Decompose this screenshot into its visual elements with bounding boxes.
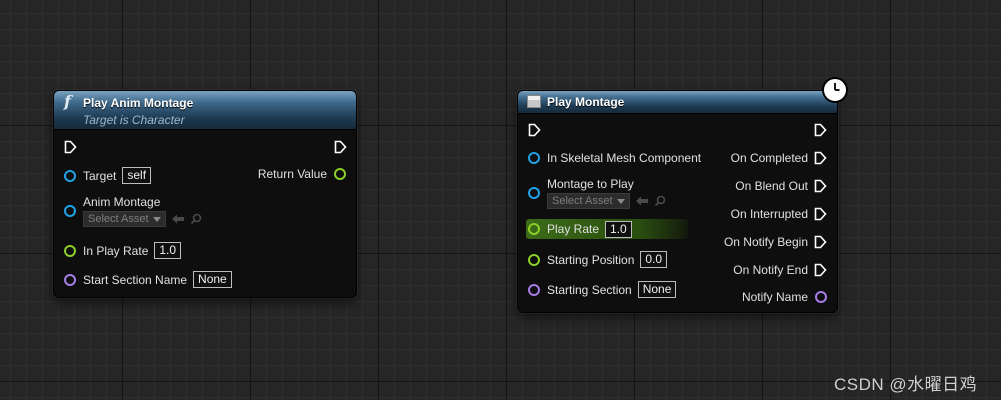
skeletal-mesh-label: In Skeletal Mesh Component — [547, 151, 702, 165]
use-selected-arrow-icon[interactable] — [171, 213, 185, 225]
play-rate-pin-row: Play Rate 1.0 — [526, 219, 688, 239]
exec-out-pin-icon[interactable] — [814, 235, 827, 249]
node-header[interactable]: Play Montage — [518, 91, 837, 114]
starting-section-label: Starting Section — [547, 282, 632, 297]
exec-out-row — [814, 123, 827, 137]
node-subtitle: Target is Character — [83, 113, 185, 127]
node-title: Play Montage — [547, 95, 625, 109]
play-rate-field[interactable]: 1.0 — [605, 220, 632, 238]
target-label: Target — [83, 168, 117, 183]
browse-search-icon[interactable] — [190, 213, 204, 225]
exec-out-pin-icon[interactable] — [814, 179, 827, 193]
return-value-label: Return Value — [257, 167, 327, 181]
exec-in-row — [64, 140, 77, 154]
exec-out-pin-icon[interactable] — [814, 123, 827, 137]
float-pin-icon[interactable] — [528, 223, 540, 235]
starting-section-pin-row: Starting Section None — [528, 281, 677, 298]
name-pin-icon[interactable] — [64, 273, 76, 286]
starting-position-field[interactable]: 0.0 — [640, 251, 668, 268]
target-value-field[interactable]: self — [122, 167, 152, 184]
use-selected-arrow-icon[interactable] — [635, 195, 649, 207]
watermark: CSDN @水曜日鸡 — [834, 375, 978, 394]
on-blend-out-label: On Blend Out — [735, 179, 808, 193]
browse-search-icon[interactable] — [654, 195, 668, 207]
in-play-rate-label: In Play Rate — [83, 243, 149, 258]
on-completed-label: On Completed — [730, 151, 808, 165]
start-section-pin-row: Start Section Name None — [64, 271, 232, 288]
notify-name-label: Notify Name — [741, 290, 808, 304]
play-anim-montage-node[interactable]: f Play Anim Montage Target is Character … — [53, 90, 357, 298]
play-rate-label: Play Rate — [547, 222, 600, 236]
notify-name-pin-row: Notify Name — [742, 290, 827, 304]
on-notify-begin-label: On Notify Begin — [723, 235, 808, 249]
exec-out-row — [334, 140, 347, 154]
select-asset-dropdown[interactable]: Select Asset — [83, 211, 166, 227]
starting-position-pin-row: Starting Position 0.0 — [528, 251, 668, 268]
montage-to-play-label: Montage to Play — [547, 177, 634, 191]
on-notify-begin-pin-row: On Notify Begin — [724, 235, 827, 249]
select-asset-text: Select Asset — [88, 213, 149, 225]
object-pin-icon[interactable] — [528, 187, 540, 199]
start-section-field[interactable]: None — [193, 271, 232, 288]
anim-montage-pin-row: Anim Montage Select Asset — [64, 195, 204, 227]
name-pin-icon[interactable] — [528, 283, 540, 296]
float-pin-icon[interactable] — [64, 244, 76, 257]
skeletal-mesh-pin-row: In Skeletal Mesh Component — [528, 151, 701, 165]
select-asset-text: Select Asset — [552, 195, 613, 207]
exec-in-pin-icon[interactable] — [64, 140, 77, 154]
anim-montage-label: Anim Montage — [83, 195, 161, 209]
exec-out-pin-icon[interactable] — [814, 151, 827, 165]
object-pin-icon[interactable] — [64, 169, 76, 182]
function-icon: f — [64, 92, 71, 111]
return-value-pin-row: Return Value — [258, 167, 346, 181]
exec-out-pin-icon[interactable] — [814, 263, 827, 277]
on-notify-end-pin-row: On Notify End — [733, 263, 827, 277]
exec-in-pin-icon[interactable] — [528, 123, 541, 137]
macro-icon — [527, 95, 541, 108]
starting-section-field[interactable]: None — [637, 281, 677, 298]
on-notify-end-label: On Notify End — [733, 263, 808, 277]
exec-out-pin-icon[interactable] — [814, 207, 827, 221]
in-play-rate-pin-row: In Play Rate 1.0 — [64, 242, 182, 259]
on-interrupted-label: On Interrupted — [730, 207, 808, 221]
chevron-down-icon — [152, 216, 161, 222]
node-header[interactable]: f Play Anim Montage Target is Character — [54, 91, 356, 130]
montage-to-play-pin-row: Montage to Play Select Asset — [528, 177, 668, 209]
on-interrupted-pin-row: On Interrupted — [731, 207, 827, 221]
select-asset-dropdown[interactable]: Select Asset — [547, 193, 630, 209]
chevron-down-icon — [616, 198, 625, 204]
name-pin-icon[interactable] — [815, 291, 827, 303]
float-pin-icon[interactable] — [334, 168, 346, 180]
on-completed-pin-row: On Completed — [731, 151, 827, 165]
play-montage-node[interactable]: Play Montage In Skeletal Mesh Component … — [517, 90, 838, 313]
object-pin-icon[interactable] — [64, 205, 76, 217]
start-section-label: Start Section Name — [83, 272, 188, 287]
node-title: Play Anim Montage — [83, 96, 194, 110]
exec-in-row — [528, 123, 541, 137]
float-pin-icon[interactable] — [528, 253, 540, 266]
object-pin-icon[interactable] — [528, 152, 540, 164]
clock-icon — [823, 78, 847, 102]
target-pin-row: Target self — [64, 167, 152, 184]
on-blend-out-pin-row: On Blend Out — [735, 179, 827, 193]
exec-out-pin-icon[interactable] — [334, 140, 347, 154]
in-play-rate-field[interactable]: 1.0 — [154, 242, 182, 259]
starting-position-label: Starting Position — [547, 252, 635, 267]
